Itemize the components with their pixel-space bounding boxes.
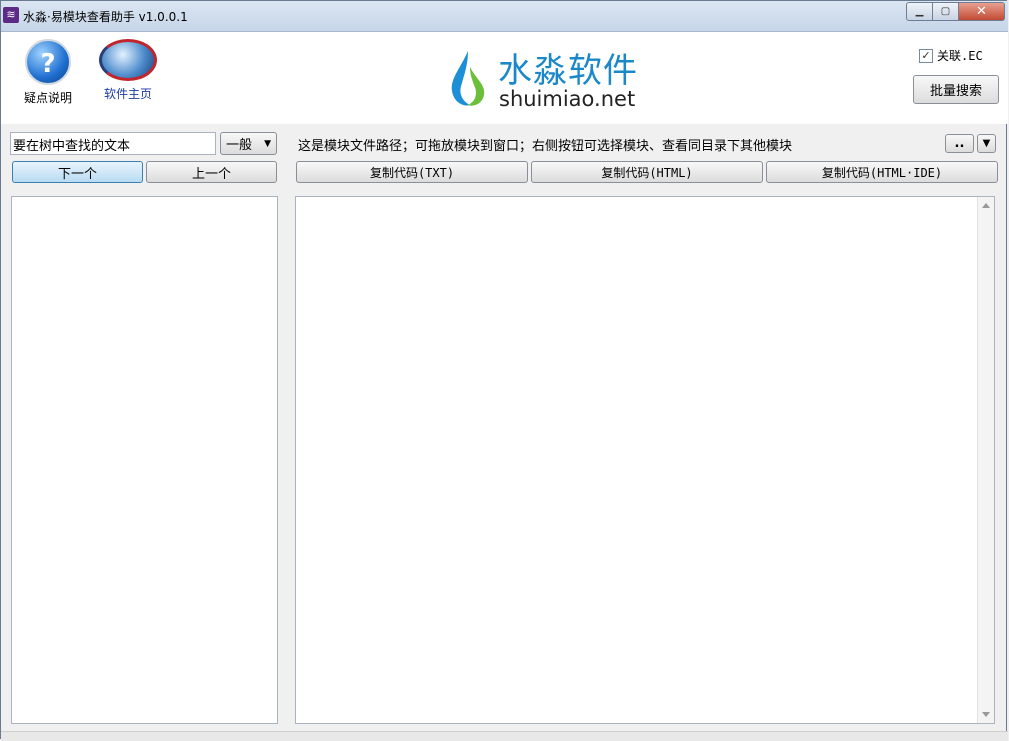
window-title: 水淼·易模块查看助手 v1.0.0.1: [23, 10, 188, 24]
browse-button[interactable]: ..: [945, 134, 974, 153]
module-tree-panel[interactable]: [11, 196, 278, 724]
help-icon: ?: [25, 39, 71, 85]
close-button[interactable]: ✕: [959, 2, 1005, 21]
title-bar[interactable]: ≋ 水淼·易模块查看助手 v1.0.0.1 ▁ ▢ ✕: [1, 1, 1008, 32]
home-label: 软件主页: [103, 87, 152, 101]
link-ec-label: 关联.EC: [937, 49, 983, 63]
checkbox-check-icon: ✓: [919, 48, 933, 63]
link-ec-checkbox[interactable]: ✓ 关联.EC: [919, 47, 983, 64]
minimize-button[interactable]: ▁: [906, 2, 933, 21]
scroll-down-icon[interactable]: [982, 712, 990, 717]
copy-txt-button[interactable]: 复制代码(TXT): [296, 161, 528, 183]
search-mode-value: 一般: [226, 138, 253, 153]
window-controls: ▁ ▢ ✕: [906, 2, 1005, 21]
code-view-panel[interactable]: [295, 196, 995, 724]
dropdown-arrow-icon: ▼: [264, 138, 271, 149]
search-mode-select[interactable]: 一般 ▼: [220, 132, 277, 155]
brand-logo: 水淼软件 shuimiao.net: [448, 45, 648, 111]
scroll-up-icon[interactable]: [982, 203, 990, 208]
next-button[interactable]: 下一个: [12, 161, 143, 183]
help-label: 疑点说明: [23, 91, 72, 105]
logo-chinese-text: 水淼软件: [498, 51, 638, 91]
globe-icon: [99, 39, 157, 81]
water-drop-icon: [451, 51, 485, 106]
maximize-button[interactable]: ▢: [933, 2, 959, 21]
dropdown-arrow-icon: ▼: [982, 138, 991, 149]
code-view-scrollbar[interactable]: [977, 197, 994, 723]
main-window: ≋ 水淼·易模块查看助手 v1.0.0.1 ▁ ▢ ✕ ? 疑点说明 软件主页 …: [0, 0, 1008, 741]
prev-button[interactable]: 上一个: [146, 161, 277, 183]
module-path-field[interactable]: 这是模块文件路径；可拖放模块到窗口；右侧按钮可选择模块、查看同目录下其他模块: [295, 132, 945, 155]
status-bar: [1, 731, 1008, 741]
home-tool[interactable]: 软件主页: [93, 39, 163, 102]
help-tool[interactable]: ? 疑点说明: [13, 39, 83, 106]
batch-search-button[interactable]: 批量搜索: [913, 75, 999, 104]
copy-html-ide-button[interactable]: 复制代码(HTML·IDE): [766, 161, 998, 183]
copy-html-button[interactable]: 复制代码(HTML): [531, 161, 763, 183]
logo-domain-text: shuimiao.net: [499, 87, 636, 111]
app-icon: ≋: [3, 7, 19, 23]
tree-search-input[interactable]: 要在树中查找的文本: [10, 132, 216, 155]
path-dropdown-button[interactable]: ▼: [977, 134, 996, 153]
